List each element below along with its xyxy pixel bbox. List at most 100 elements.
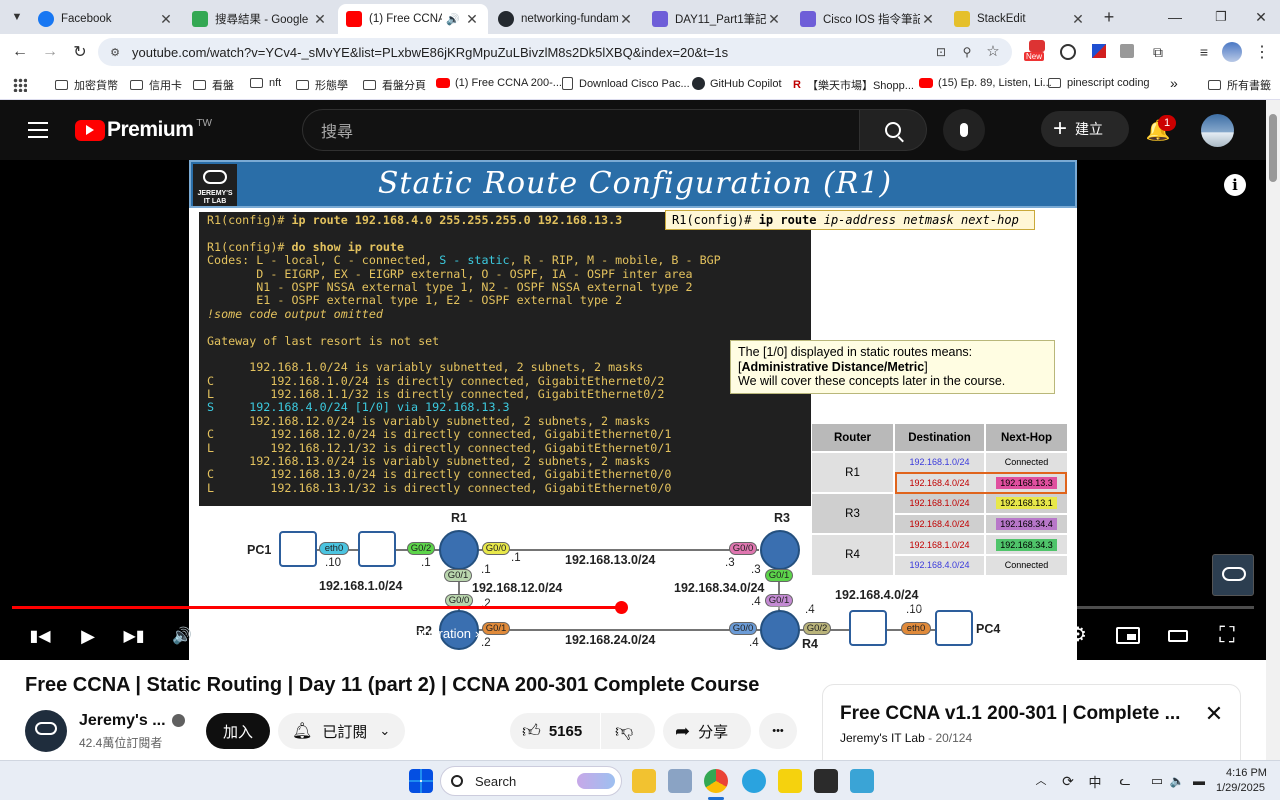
app-store-icon[interactable] (668, 769, 692, 793)
bookmark-github-copilot[interactable]: GitHub Copilot (692, 77, 782, 90)
chrome-icon[interactable] (704, 769, 728, 793)
telegram-icon[interactable] (742, 769, 766, 793)
close-tab-icon[interactable]: ✕ (312, 11, 328, 28)
volume-tray-icon[interactable]: 🔈 (1168, 771, 1186, 791)
apps-grid-icon[interactable] (13, 78, 27, 92)
bookmarks-overflow[interactable]: » (1170, 75, 1178, 91)
terminal-icon[interactable] (814, 769, 838, 793)
speaker-icon[interactable]: 🔊 (446, 13, 460, 26)
play-button[interactable]: ▶ (76, 624, 100, 648)
channel-watermark-icon[interactable] (1212, 554, 1254, 596)
bookmark-ep89[interactable]: (15) Ep. 89, Listen, Li... (919, 77, 1052, 89)
share-button[interactable]: ➦ 分享 (663, 713, 751, 749)
chapter-title[interactable]: • Static Routes: Configuration › (301, 626, 479, 641)
minimize-button[interactable]: — (1160, 6, 1190, 28)
video-player[interactable]: JEREMY'S IT LAB Static Route Configuratio… (0, 160, 1266, 660)
bookmark-crypto[interactable]: 加密貨幣 (55, 77, 118, 93)
join-button[interactable]: 加入 (206, 713, 270, 749)
channel-avatar[interactable] (25, 710, 67, 752)
browser-menu-icon[interactable]: ⋮ (1252, 42, 1272, 62)
taskbar-search-box[interactable]: Search (440, 766, 622, 796)
bookmark-credit-card[interactable]: 信用卡 (130, 77, 182, 93)
page-scrollbar[interactable] (1266, 100, 1280, 760)
tab-stackedit[interactable]: StackEdit ✕ (946, 4, 1094, 34)
subscribed-button[interactable]: 🔔︎ 已訂閱 ⌄ (278, 713, 405, 749)
tab-google-search[interactable]: 搜尋結果 - Google 雲✕ (184, 4, 336, 34)
reload-icon[interactable]: ↻ (68, 40, 92, 64)
like-button[interactable]: 👍︎ 5165 (510, 713, 600, 749)
tab-youtube-active[interactable]: (1) Free CCNA | St🔊✕ (338, 4, 488, 34)
site-info-icon[interactable]: ⚙ (107, 44, 123, 60)
new-tab-plus-icon[interactable]: + (1098, 6, 1120, 28)
notepad-icon[interactable] (850, 769, 874, 793)
bookmark-kanpan[interactable]: 看盤 (193, 77, 234, 93)
close-tab-icon[interactable]: ✕ (158, 11, 174, 28)
youtube-logo[interactable]: Premium TW (75, 117, 212, 143)
tab-github[interactable]: networking-fundame ✕ (490, 4, 642, 34)
close-tab-icon[interactable]: ✕ (464, 11, 480, 28)
voice-search-button[interactable] (943, 109, 985, 151)
search-input[interactable]: 搜尋 (302, 109, 860, 151)
clock-date[interactable]: 1/29/2025 (1216, 782, 1265, 794)
settings-button[interactable]: ⚙ (1066, 622, 1090, 646)
back-arrow-icon[interactable]: ← (8, 40, 32, 64)
previous-button[interactable]: ▮◀ (28, 624, 52, 648)
zoom-icon[interactable]: ⚲ (958, 43, 976, 61)
tab-hackmd-day11[interactable]: DAY11_Part1筆記 - H✕ (644, 4, 790, 34)
media-control-icon[interactable]: ≡ (1194, 42, 1214, 62)
close-tab-icon[interactable]: ✕ (618, 11, 634, 28)
ime-mode-icon[interactable]: ᓚ (1116, 771, 1134, 791)
extension-circle-icon[interactable] (1060, 44, 1076, 60)
extension-flag-icon[interactable] (1092, 44, 1106, 58)
close-window-button[interactable]: ✕ (1246, 6, 1276, 28)
install-app-icon[interactable]: ⊡ (932, 43, 950, 61)
bookmark-kanpan-tabs[interactable]: 看盤分頁 (363, 77, 426, 93)
volume-button[interactable]: 🔊 (170, 624, 194, 648)
kakao-icon[interactable] (778, 769, 802, 793)
bookmark-cisco-packet[interactable]: Download Cisco Pac... (562, 77, 690, 90)
fullscreen-button[interactable]: ⛶ (1214, 622, 1240, 648)
windows-start-icon[interactable] (409, 769, 433, 793)
profile-avatar[interactable] (1222, 42, 1242, 62)
theater-mode-button[interactable] (1164, 626, 1192, 646)
progress-bar[interactable] (12, 601, 1254, 614)
forward-arrow-icon[interactable]: → (38, 40, 62, 64)
video-info-icon[interactable]: i (1224, 174, 1246, 196)
subtitles-button[interactable] (1016, 624, 1042, 646)
show-hidden-icons[interactable]: ︿ (1032, 771, 1050, 789)
create-button[interactable]: + 建立 (1041, 111, 1129, 147)
search-button[interactable] (859, 109, 927, 151)
network-icon[interactable]: ▭ (1148, 771, 1166, 791)
extension-new-icon[interactable]: New (1024, 40, 1048, 64)
file-explorer-icon[interactable] (632, 769, 656, 793)
sync-icon[interactable]: ⟳ (1058, 771, 1078, 791)
more-actions-button[interactable]: ••• (759, 713, 797, 749)
bookmark-free-ccna[interactable]: (1) Free CCNA 200-... (436, 77, 562, 89)
playlist-title[interactable]: Free CCNA v1.1 200-301 | Complete ... (840, 703, 1180, 725)
tab-search-button[interactable]: ▼ (6, 6, 28, 28)
extensions-puzzle-icon[interactable]: ⧉ (1148, 42, 1168, 62)
clock-time[interactable]: 4:16 PM (1226, 767, 1267, 779)
scrollbar-thumb[interactable] (1269, 114, 1277, 182)
channel-name[interactable]: Jeremy's ... (79, 712, 185, 730)
hamburger-menu-icon[interactable] (28, 122, 48, 138)
close-tab-icon[interactable]: ✕ (1070, 11, 1086, 28)
bookmark-pinescript[interactable]: pinescript coding (1048, 77, 1150, 89)
tab-facebook[interactable]: Facebook ✕ (30, 4, 182, 34)
battery-icon[interactable]: ▬ (1188, 771, 1210, 791)
restore-button[interactable]: ❐ (1206, 6, 1236, 28)
bookmark-rakuten[interactable]: R 【樂天市場】Shopp... (793, 77, 914, 93)
close-tab-icon[interactable]: ✕ (920, 11, 936, 28)
close-playlist-icon[interactable]: ✕ (1201, 701, 1227, 727)
ime-indicator[interactable]: 中 (1086, 771, 1104, 791)
bookmark-morphology[interactable]: 形態學 (296, 77, 348, 93)
tab-hackmd-cisco[interactable]: Cisco IOS 指令筆記- ✕ (792, 4, 944, 34)
bookmark-nft[interactable]: nft (250, 77, 281, 89)
close-tab-icon[interactable]: ✕ (766, 11, 782, 28)
miniplayer-button[interactable] (1114, 624, 1142, 646)
next-button[interactable]: ▶▮ (122, 624, 146, 648)
all-bookmarks[interactable]: 所有書籤 (1208, 77, 1271, 93)
account-avatar[interactable] (1201, 114, 1234, 147)
address-bar[interactable]: ⚙ youtube.com/watch?v=YCv4-_sMvYE&list=P… (98, 38, 1012, 66)
extension-gray-icon[interactable] (1120, 44, 1134, 58)
